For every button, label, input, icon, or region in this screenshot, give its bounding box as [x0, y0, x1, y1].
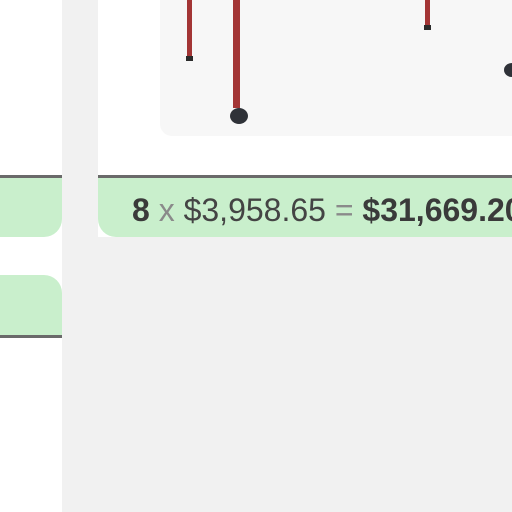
price-summary-bar: 8 x $3,958.65 = $31,669.20	[98, 175, 512, 237]
price-calculation: 8 x $3,958.65 = $31,669.20	[132, 190, 512, 230]
unit-price: $3,958.65	[183, 192, 326, 228]
left-product-card	[0, 0, 62, 512]
times-symbol: x	[158, 192, 175, 228]
total-price: $31,669.20	[362, 192, 512, 228]
page: 8 x $3,958.65 = $31,669.20	[0, 0, 512, 512]
equals-symbol: =	[334, 192, 354, 228]
quantity-value: 8	[132, 192, 150, 228]
product-image[interactable]	[160, 0, 512, 136]
left-price-bar	[0, 175, 62, 237]
left-card-header	[0, 275, 62, 338]
table-legs-icon	[186, 0, 512, 124]
